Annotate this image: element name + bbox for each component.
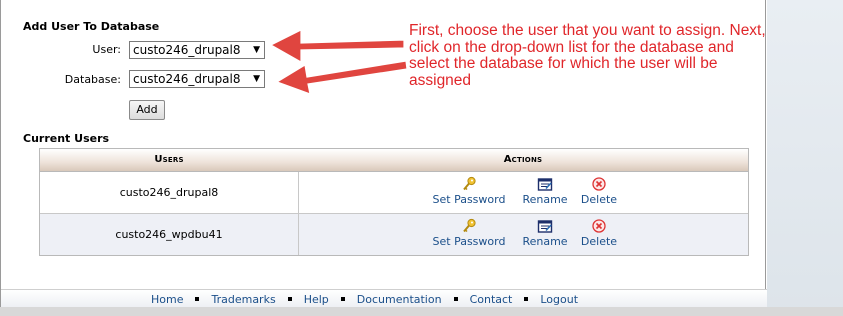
rename-icon bbox=[537, 220, 553, 233]
rename-label: Rename bbox=[522, 235, 568, 248]
delete-label: Delete bbox=[580, 235, 618, 248]
footer-separator bbox=[195, 297, 200, 301]
current-users-table: Users Actions custo246_drupal8 Set Passw… bbox=[39, 148, 749, 256]
annotation-arrow-database bbox=[275, 60, 408, 95]
footer-link-documentation[interactable]: Documentation bbox=[357, 293, 442, 306]
annotation-text: First, choose the user that you want to … bbox=[409, 22, 766, 89]
user-name: custo246_drupal8 bbox=[40, 172, 299, 213]
rename-label: Rename bbox=[522, 193, 568, 206]
footer-separator bbox=[287, 297, 292, 301]
footer-separator bbox=[524, 297, 529, 301]
page-background bbox=[767, 0, 843, 316]
delete-label: Delete bbox=[580, 193, 618, 206]
delete-icon bbox=[592, 177, 606, 191]
delete-icon bbox=[592, 219, 606, 233]
footer-link-home[interactable]: Home bbox=[151, 293, 183, 306]
delete-link[interactable]: Delete bbox=[576, 176, 622, 206]
footer-link-help[interactable]: Help bbox=[304, 293, 329, 306]
footer-link-logout[interactable]: Logout bbox=[540, 293, 578, 306]
current-users-title: Current Users bbox=[23, 132, 110, 145]
footer-separator bbox=[453, 297, 458, 301]
set-password-link[interactable]: Set Password bbox=[428, 176, 510, 206]
delete-link[interactable]: Delete bbox=[576, 218, 622, 248]
column-header-users: Users bbox=[154, 154, 184, 165]
footer-link-trademarks[interactable]: Trademarks bbox=[211, 293, 275, 306]
footer-link-contact[interactable]: Contact bbox=[470, 293, 513, 306]
set-password-label: Set Password bbox=[432, 235, 506, 248]
column-header-actions: Actions bbox=[503, 154, 543, 165]
table-row: custo246_drupal8 Set Password Rename Del… bbox=[40, 172, 748, 214]
footer: Home Trademarks Help Documentation Contact Lo… bbox=[1, 289, 767, 307]
rename-link[interactable]: Rename bbox=[520, 218, 570, 248]
annotation-arrow-user bbox=[269, 29, 405, 64]
rename-icon bbox=[537, 178, 553, 191]
key-icon bbox=[463, 218, 476, 233]
table-row: custo246_wpdbu41 Set Password Rename Del… bbox=[40, 214, 748, 255]
set-password-label: Set Password bbox=[432, 193, 506, 206]
user-name: custo246_wpdbu41 bbox=[40, 214, 299, 255]
footer-separator bbox=[340, 297, 345, 301]
page-background-bottom bbox=[0, 307, 843, 316]
rename-link[interactable]: Rename bbox=[520, 176, 570, 206]
table-header: Users Actions bbox=[40, 149, 748, 172]
footer-links: Home Trademarks Help Documentation Contact Lo… bbox=[151, 293, 578, 306]
key-icon bbox=[463, 176, 476, 191]
set-password-link[interactable]: Set Password bbox=[428, 218, 510, 248]
content-panel: Add User To Database User: custo246_drup… bbox=[0, 0, 767, 307]
